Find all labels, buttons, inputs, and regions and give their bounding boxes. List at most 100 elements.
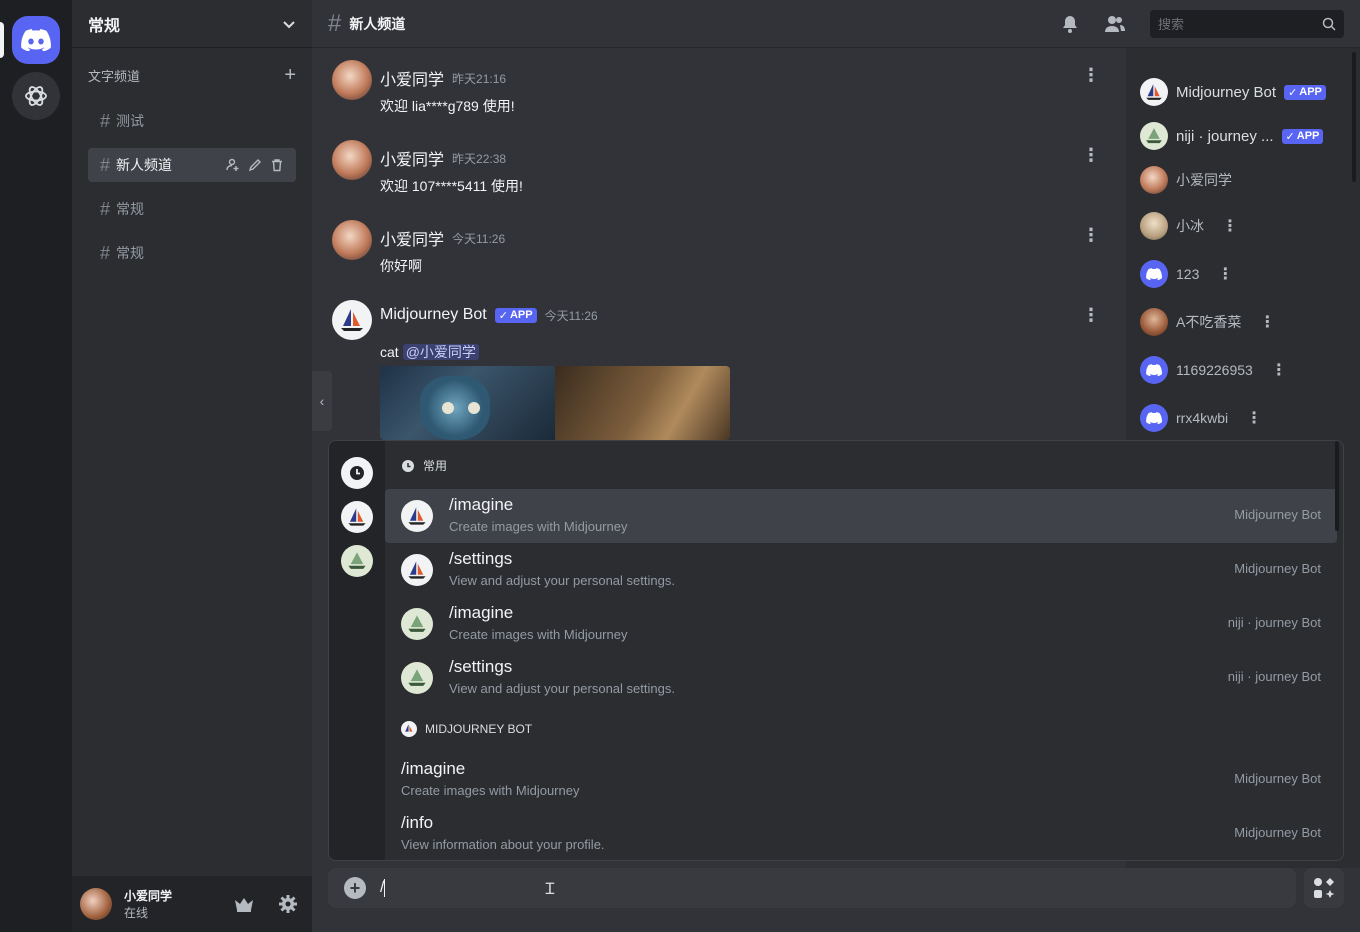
search-placeholder: 搜索 bbox=[1158, 17, 1185, 32]
member-name: 小冰 bbox=[1176, 218, 1204, 234]
more-options-icon[interactable]: ⋮ bbox=[1271, 360, 1287, 380]
gear-icon[interactable] bbox=[278, 894, 298, 914]
add-attachment-button[interactable]: + bbox=[344, 877, 366, 899]
member-name: 1169226953 bbox=[1176, 362, 1253, 378]
channel-label: 常规 bbox=[116, 245, 145, 261]
command-description: View information about your profile. bbox=[401, 837, 605, 852]
niji-source-button[interactable] bbox=[341, 545, 373, 577]
message-composer[interactable]: + / Ɪ bbox=[328, 868, 1296, 908]
cat-image-1[interactable] bbox=[380, 366, 555, 440]
recent-commands-button[interactable] bbox=[341, 457, 373, 489]
sailboat-icon bbox=[341, 309, 363, 331]
member-list-scrollbar[interactable] bbox=[1352, 52, 1356, 182]
popup-scrollbar[interactable] bbox=[1335, 441, 1339, 531]
midjourney-source-button[interactable] bbox=[341, 501, 373, 533]
command-option[interactable]: /info View information about your profil… bbox=[385, 807, 1337, 860]
message-text: 你好啊 bbox=[380, 258, 422, 274]
member-list-icon[interactable] bbox=[1104, 14, 1126, 34]
member-item[interactable]: 1169226953 ⋮ bbox=[1140, 354, 1287, 386]
hash-icon: # bbox=[100, 198, 111, 219]
command-source: niji · journey Bot bbox=[1227, 669, 1321, 684]
member-avatar bbox=[1140, 260, 1168, 288]
user-mention[interactable]: @小爱同学 bbox=[402, 344, 479, 360]
author-name[interactable]: 小爱同学 bbox=[380, 66, 444, 90]
crown-icon[interactable] bbox=[234, 896, 254, 912]
chat-main: # 新人频道 搜索 小爱同学 昨天21:16 欢迎 lia****g789 使用!… bbox=[312, 0, 1360, 932]
command-option[interactable]: /imagine Create images with Midjourney M… bbox=[385, 489, 1337, 543]
guild-name: 常规 bbox=[88, 17, 121, 35]
more-options-icon[interactable]: ⋮ bbox=[1082, 226, 1100, 244]
edit-icon[interactable] bbox=[248, 158, 262, 172]
command-option[interactable]: /imagine Create images with Midjourney M… bbox=[385, 753, 1337, 807]
hash-icon: # bbox=[100, 110, 111, 131]
member-item[interactable]: Midjourney Bot ✓ APP bbox=[1140, 76, 1326, 108]
chevron-down-icon bbox=[283, 20, 295, 28]
member-item[interactable]: 小冰 ⋮ bbox=[1140, 210, 1238, 242]
more-options-icon[interactable]: ⋮ bbox=[1082, 306, 1100, 324]
member-name: Midjourney Bot bbox=[1176, 83, 1277, 101]
message-time: 今天11:26 bbox=[544, 308, 598, 323]
midjourney-avatar[interactable] bbox=[332, 300, 372, 340]
author-avatar[interactable] bbox=[332, 60, 372, 100]
discord-home-server[interactable] bbox=[12, 16, 60, 64]
apps-button[interactable] bbox=[1304, 868, 1344, 908]
channel-item-general-2[interactable]: # 常规 bbox=[88, 236, 296, 270]
niji-boat-icon bbox=[1146, 128, 1162, 144]
channel-tools bbox=[226, 158, 284, 172]
more-options-icon[interactable]: ⋮ bbox=[1222, 216, 1238, 236]
more-options-icon[interactable]: ⋮ bbox=[1217, 264, 1233, 284]
app-badge: ✓ APP bbox=[494, 307, 537, 323]
channel-label: 新人频道 bbox=[116, 157, 173, 173]
cat-image-2[interactable] bbox=[555, 366, 730, 440]
member-name: 123 bbox=[1176, 266, 1200, 282]
command-description: View and adjust your personal settings. bbox=[449, 681, 675, 696]
command-name: /imagine bbox=[401, 759, 466, 778]
clock-icon bbox=[350, 466, 364, 480]
member-item[interactable]: rrx4kwbi ⋮ bbox=[1140, 402, 1262, 434]
search-input[interactable]: 搜索 bbox=[1150, 9, 1344, 38]
command-option[interactable]: /settings View and adjust your personal … bbox=[385, 651, 1337, 705]
channel-item-general-1[interactable]: # 常规 bbox=[88, 192, 296, 226]
frequent-label: 常用 bbox=[423, 459, 448, 473]
member-item[interactable]: 小爱同学 bbox=[1140, 164, 1232, 196]
channel-header: # 新人频道 搜索 bbox=[312, 0, 1360, 48]
openai-server[interactable] bbox=[12, 72, 60, 120]
author-avatar[interactable] bbox=[332, 140, 372, 180]
more-options-icon[interactable]: ⋮ bbox=[1082, 66, 1100, 84]
command-option[interactable]: /settings View and adjust your personal … bbox=[385, 543, 1337, 597]
member-avatar bbox=[1140, 78, 1168, 106]
trash-icon[interactable] bbox=[270, 158, 284, 172]
midjourney-small-icon bbox=[401, 721, 417, 737]
text-channels-category[interactable]: 文字频道 + bbox=[88, 64, 296, 87]
niji-boat-icon bbox=[348, 552, 366, 569]
bell-icon[interactable] bbox=[1060, 14, 1080, 34]
message-text: 欢迎 107****5411 使用! bbox=[380, 178, 523, 194]
channel-item-newcomer[interactable]: # 新人频道 bbox=[88, 148, 296, 182]
member-item[interactable]: niji · journey ... ✓ APP bbox=[1140, 120, 1324, 152]
channel-item-test[interactable]: # 测试 bbox=[88, 104, 296, 138]
user-avatar[interactable] bbox=[80, 888, 112, 920]
slash-command-popup: 常用 /imagine Create images with Midjourne… bbox=[328, 440, 1344, 861]
more-options-icon[interactable]: ⋮ bbox=[1259, 312, 1275, 332]
guild-header[interactable]: 常规 bbox=[72, 0, 312, 48]
collapse-sidebar-button[interactable]: ‹ bbox=[312, 371, 332, 431]
hash-icon: # bbox=[100, 154, 111, 175]
author-name[interactable]: 小爱同学 bbox=[380, 146, 444, 170]
member-avatar bbox=[1140, 212, 1168, 240]
channel-label: 测试 bbox=[116, 113, 145, 129]
more-options-icon[interactable]: ⋮ bbox=[1246, 408, 1262, 428]
member-item[interactable]: 123 ⋮ bbox=[1140, 258, 1233, 290]
member-name: niji · journey ... bbox=[1176, 127, 1274, 145]
command-option[interactable]: /imagine Create images with Midjourney n… bbox=[385, 597, 1337, 651]
member-item[interactable]: A不吃香菜 ⋮ bbox=[1140, 306, 1275, 338]
image-grid[interactable] bbox=[380, 366, 730, 440]
author-name[interactable]: Midjourney Bot bbox=[380, 306, 487, 324]
message-item: 小爱同学 昨天21:16 欢迎 lia****g789 使用! ⋮ bbox=[332, 60, 1100, 120]
add-channel-icon[interactable]: + bbox=[284, 64, 296, 87]
message-input[interactable]: / bbox=[380, 878, 386, 897]
author-avatar[interactable] bbox=[332, 220, 372, 260]
more-options-icon[interactable]: ⋮ bbox=[1082, 146, 1100, 164]
invite-user-icon[interactable] bbox=[226, 158, 240, 172]
command-name: /imagine bbox=[449, 495, 514, 514]
author-name[interactable]: 小爱同学 bbox=[380, 226, 444, 250]
